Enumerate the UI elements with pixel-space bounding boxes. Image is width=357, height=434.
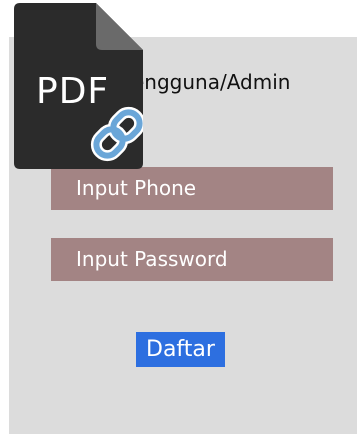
- pdf-label: PDF: [36, 71, 110, 112]
- submit-button[interactable]: Daftar: [136, 332, 225, 367]
- pdf-file-icon[interactable]: PDF: [14, 3, 146, 169]
- password-input[interactable]: Input Password: [51, 238, 333, 281]
- phone-input[interactable]: Input Phone: [51, 167, 333, 210]
- form-title: engguna/Admin: [132, 70, 291, 94]
- pdf-file-corner: [96, 3, 143, 50]
- app-screen: engguna/Admin Input Phone Input Password…: [0, 0, 357, 434]
